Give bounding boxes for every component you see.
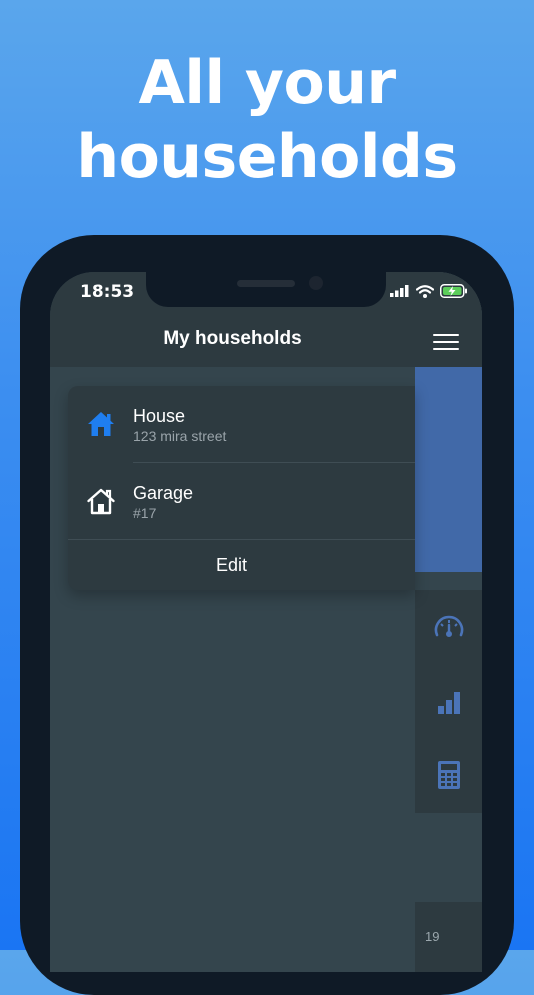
house-filled-icon <box>88 412 114 436</box>
promo-headline: All your households <box>0 46 534 194</box>
menu-button[interactable] <box>433 334 459 350</box>
speedometer-icon[interactable] <box>432 610 466 644</box>
household-name: Garage <box>133 483 194 503</box>
side-footer-number: 19 <box>425 929 440 944</box>
status-time: 18:53 <box>80 282 135 302</box>
calculator-icon[interactable] <box>432 758 466 792</box>
household-address: #17 <box>133 505 157 521</box>
house-outline-icon <box>87 488 115 515</box>
household-name: House <box>133 406 186 426</box>
speaker-grille <box>237 280 295 287</box>
phone-notch <box>146 272 386 307</box>
status-icons <box>390 284 468 298</box>
bar-chart-icon[interactable] <box>432 685 466 719</box>
front-camera <box>309 276 323 290</box>
menu-icon-bar <box>433 334 459 336</box>
headline-line-2: households <box>76 122 458 192</box>
household-address: 123 mira street <box>133 428 227 444</box>
edit-button[interactable]: Edit <box>68 540 395 590</box>
side-panel-footer: 19 <box>415 902 482 972</box>
household-item-house[interactable]: House 123 mira street <box>68 386 415 463</box>
household-item-garage[interactable]: Garage #17 <box>68 463 415 540</box>
side-panel-accent <box>415 367 482 572</box>
battery-charging-icon <box>440 284 467 298</box>
wifi-icon <box>416 284 434 298</box>
phone-screen: 19 18:53 My households House 123 mira st… <box>50 272 482 972</box>
signal-icon <box>390 285 409 297</box>
side-panel-tools <box>415 590 482 813</box>
menu-icon-bar <box>433 341 459 343</box>
households-card: House 123 mira street Garage #17 Edit <box>68 386 415 590</box>
page-title: My households <box>163 328 302 349</box>
menu-icon-bar <box>433 348 459 350</box>
headline-line-1: All your <box>138 48 396 118</box>
side-panel: 19 <box>415 272 482 972</box>
